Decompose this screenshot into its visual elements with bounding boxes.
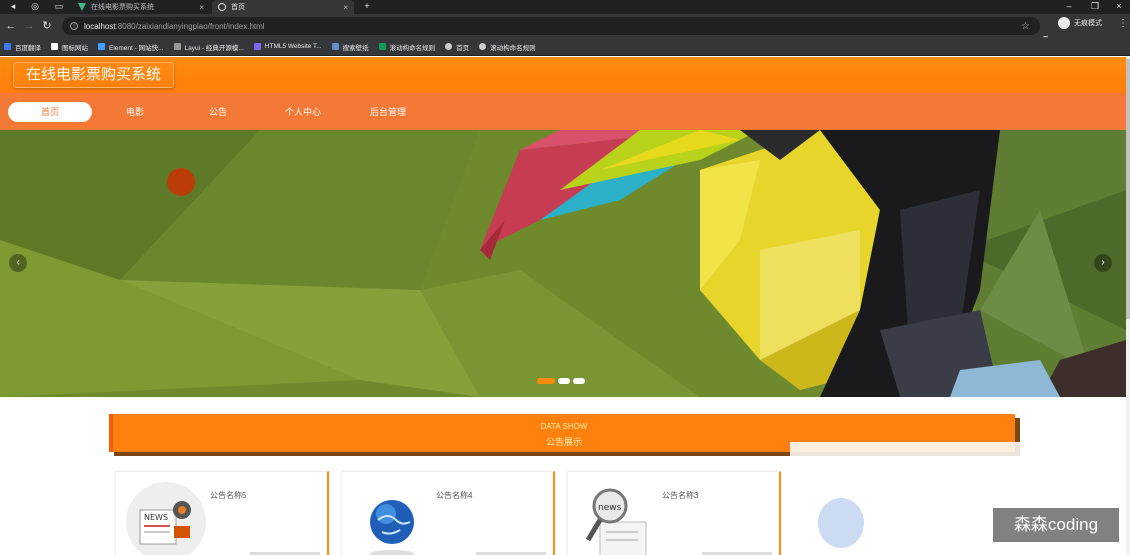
menu-icon[interactable]: ⋮ [1118,18,1128,29]
info-icon[interactable]: i [70,22,78,30]
reload-icon[interactable]: ↻ [40,19,54,33]
tab-movie-system[interactable]: 在线电影票购买系统 × [72,0,210,14]
bookmark-item[interactable]: 首页 [445,42,469,52]
notice-title[interactable]: 公告名称3 [662,490,698,501]
bookmark-star-icon[interactable]: ☆ [1021,21,1030,32]
incognito-profile[interactable]: 无痕模式 [1058,17,1102,29]
bookmark-item[interactable]: HTML5 Website T... [253,43,322,50]
tab-label: 在线电影票购买系统 [91,4,154,11]
window-icon[interactable]: ▭ [48,0,70,14]
browser-tab-bar: ◂ ◎ ▭ 在线电影票购买系统 × 首页 × + – ❐ × [0,0,1130,14]
back-icon[interactable]: ← [4,19,18,33]
flag-icon [51,43,58,50]
news-magnifier-icon: news [585,488,647,555]
globe-icon [445,43,453,50]
url-host: localhost [84,21,116,31]
notice-title[interactable]: 公告名称5 [210,490,246,501]
wallpaper-icon [331,43,339,50]
watermark: 森森coding [993,508,1119,542]
minimize-icon[interactable]: – [1058,0,1080,14]
layui-icon [173,43,181,50]
nav-admin[interactable]: 后台管理 [346,102,430,122]
restore-icon[interactable]: ❐ [1084,0,1106,14]
nav-home[interactable]: 首页 [8,102,92,122]
svg-text:news: news [598,503,622,513]
carousel-indicators [537,378,588,384]
element-icon [98,43,105,50]
bookmark-item[interactable]: 百度翻译 [4,42,41,52]
site-title[interactable]: 在线电影票购买系统 [13,62,175,88]
scrollbar-thumb[interactable] [1126,59,1130,319]
section-title-en: DATA SHOW [540,422,588,431]
tab-search-icon[interactable]: ◂ [2,0,24,14]
chevron-right-icon[interactable]: › [1094,254,1112,272]
bookmark-item[interactable]: 图标网站 [51,42,88,52]
profile-label: 无痕模式 [1074,20,1102,27]
svg-text:NEWS: NEWS [144,513,168,522]
address-bar-row: ← → ↻ i localhost:8080/zaixiandianyingpi… [0,14,1130,43]
faded-card-image [818,498,864,548]
notice-card[interactable]: news 公告名称3 [567,471,781,555]
nav-movies[interactable]: 电影 [93,102,177,122]
web-page: 在线电影票购买系统 首页 电影 公告 个人中心 后台管理 ‹ › DATA SH… [0,57,1130,555]
bookmark-item[interactable]: Element - 网站快... [98,42,164,52]
new-tab-button[interactable]: + [356,0,378,14]
translate-icon [4,43,11,50]
url-input[interactable]: i localhost:8080/zaixiandianyingpiao/fro… [62,17,1040,35]
incognito-icon [1058,17,1070,29]
notice-title[interactable]: 公告名称4 [436,490,472,501]
bookmark-item[interactable]: 滚动构命名规则 [479,42,536,52]
page-scrollbar[interactable] [1126,57,1130,555]
notice-card[interactable]: NEWS 公告名称5 [115,471,329,555]
chevron-left-icon[interactable]: ‹ [9,254,27,272]
tab-home[interactable]: 首页 × [212,0,354,14]
close-icon[interactable]: × [199,3,204,12]
cursor-highlight [167,168,195,196]
carousel-dot[interactable] [573,378,585,384]
html5-icon [253,43,261,50]
tab-label: 首页 [231,4,245,11]
globe-tab-icon[interactable]: ◎ [24,0,46,14]
banner-carousel[interactable]: ‹ › [0,130,1126,397]
globe-icon [370,500,414,555]
site-header: 在线电影票购买系统 [0,57,1126,93]
nav-profile[interactable]: 个人中心 [261,102,345,122]
forward-icon[interactable]: → [22,19,36,33]
window-close-icon[interactable]: × [1108,0,1130,14]
bookmark-item[interactable]: 搜索壁纸 [331,42,369,52]
bookmark-item[interactable]: Layui - 经典开源模... [173,42,244,52]
carousel-dot[interactable] [558,378,570,384]
main-nav: 首页 电影 公告 个人中心 后台管理 [0,93,1126,130]
sheet-icon [378,43,386,50]
toucan-banner-image [0,130,1126,397]
news-gear-icon: NEWS [126,482,206,555]
globe-icon [479,43,487,50]
notice-card[interactable]: 公告名称4 [341,471,555,555]
url-path: :8080/zaixiandianyingpiao/front/index.ht… [115,21,265,31]
bookmarks-bar: 百度翻译 图标网站 Element - 网站快... Layui - 经典开源模… [0,38,1130,56]
close-icon[interactable]: × [343,3,348,12]
nav-notices[interactable]: 公告 [176,102,260,122]
bookmark-item[interactable]: 滚动构命名规则 [378,42,435,52]
globe-icon [218,3,226,11]
vue-icon [78,3,86,11]
carousel-dot[interactable] [537,378,555,384]
